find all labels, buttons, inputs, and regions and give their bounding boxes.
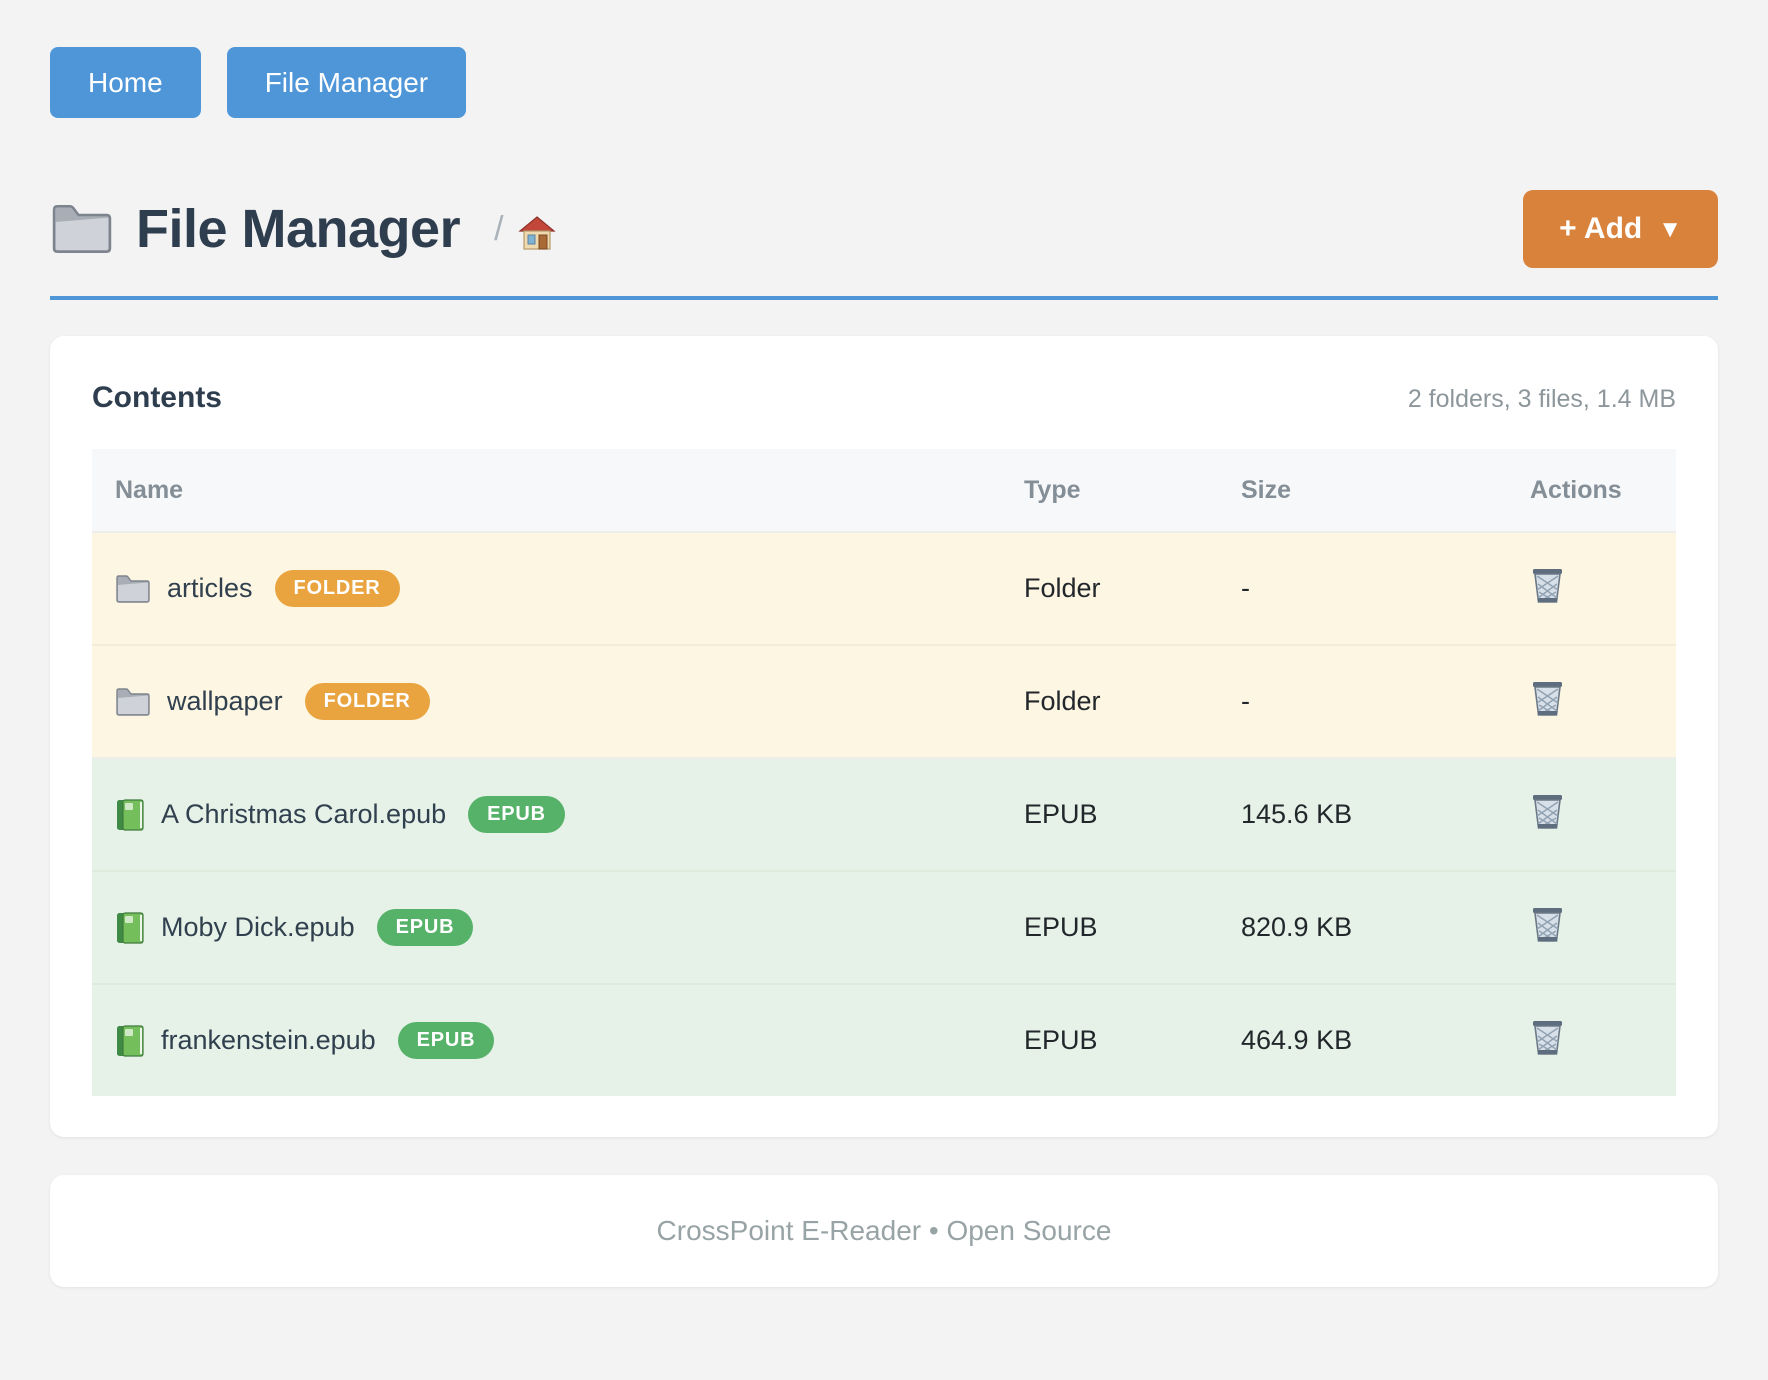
page-title: File Manager	[136, 198, 460, 260]
footer: CrossPoint E-Reader • Open Source	[50, 1175, 1718, 1287]
add-button-label: + Add	[1559, 212, 1642, 246]
size-value: -	[1241, 686, 1530, 717]
folder-badge: FOLDER	[305, 683, 430, 720]
column-header-name: Name	[92, 476, 1024, 505]
add-button[interactable]: + Add ▼	[1523, 190, 1718, 268]
table-row[interactable]: frankenstein.epub EPUB EPUB 464.9 KB	[92, 983, 1676, 1096]
trash-icon	[1530, 679, 1565, 718]
trash-icon	[1530, 792, 1565, 831]
type-value: EPUB	[1024, 912, 1241, 943]
title-divider	[50, 296, 1718, 300]
size-value: -	[1241, 573, 1530, 604]
book-icon	[115, 911, 145, 945]
folder-icon	[115, 686, 151, 718]
footer-text: CrossPoint E-Reader • Open Source	[657, 1215, 1112, 1247]
breadcrumb-separator: /	[494, 210, 503, 249]
trash-icon	[1530, 566, 1565, 605]
file-name-link[interactable]: frankenstein.epub	[161, 1025, 376, 1056]
contents-title: Contents	[92, 381, 222, 415]
caret-down-icon: ▼	[1658, 216, 1682, 244]
table-row[interactable]: articles FOLDER Folder -	[92, 531, 1676, 644]
file-manager-page: Home File Manager File Manager / + Add ▼…	[0, 0, 1768, 1287]
type-value: EPUB	[1024, 799, 1241, 830]
page-header: File Manager / + Add ▼	[50, 190, 1718, 268]
type-value: Folder	[1024, 686, 1241, 717]
file-name-link[interactable]: Moby Dick.epub	[161, 912, 355, 943]
type-value: Folder	[1024, 573, 1241, 604]
delete-button[interactable]	[1530, 679, 1565, 718]
delete-button[interactable]	[1530, 905, 1565, 944]
size-value: 145.6 KB	[1241, 799, 1530, 830]
delete-button[interactable]	[1530, 792, 1565, 831]
column-header-type: Type	[1024, 476, 1241, 505]
contents-card: Contents 2 folders, 3 files, 1.4 MB Name…	[50, 336, 1718, 1137]
file-name-link[interactable]: A Christmas Carol.epub	[161, 799, 446, 830]
size-value: 820.9 KB	[1241, 912, 1530, 943]
trash-icon	[1530, 1018, 1565, 1057]
delete-button[interactable]	[1530, 1018, 1565, 1057]
home-button[interactable]: Home	[50, 47, 201, 118]
folder-icon	[50, 201, 114, 257]
size-value: 464.9 KB	[1241, 1025, 1530, 1056]
folder-badge: FOLDER	[275, 570, 400, 607]
column-header-actions: Actions	[1530, 476, 1676, 505]
column-header-size: Size	[1241, 476, 1530, 505]
epub-badge: EPUB	[468, 796, 565, 833]
table-row[interactable]: wallpaper FOLDER Folder -	[92, 644, 1676, 757]
folder-name-link[interactable]: wallpaper	[167, 686, 283, 717]
top-nav: Home File Manager	[50, 47, 1718, 118]
book-icon	[115, 798, 145, 832]
file-manager-button[interactable]: File Manager	[227, 47, 466, 118]
table-header-row: Name Type Size Actions	[92, 449, 1676, 531]
trash-icon	[1530, 905, 1565, 944]
folder-name-link[interactable]: articles	[167, 573, 253, 604]
type-value: EPUB	[1024, 1025, 1241, 1056]
epub-badge: EPUB	[398, 1022, 495, 1059]
epub-badge: EPUB	[377, 909, 474, 946]
contents-summary: 2 folders, 3 files, 1.4 MB	[1408, 385, 1676, 414]
table-row[interactable]: Moby Dick.epub EPUB EPUB 820.9 KB	[92, 870, 1676, 983]
folder-icon	[115, 573, 151, 605]
delete-button[interactable]	[1530, 566, 1565, 605]
house-icon[interactable]	[518, 214, 556, 252]
book-icon	[115, 1024, 145, 1058]
file-table: Name Type Size Actions articles FOLDER F…	[92, 449, 1676, 1096]
table-row[interactable]: A Christmas Carol.epub EPUB EPUB 145.6 K…	[92, 757, 1676, 870]
